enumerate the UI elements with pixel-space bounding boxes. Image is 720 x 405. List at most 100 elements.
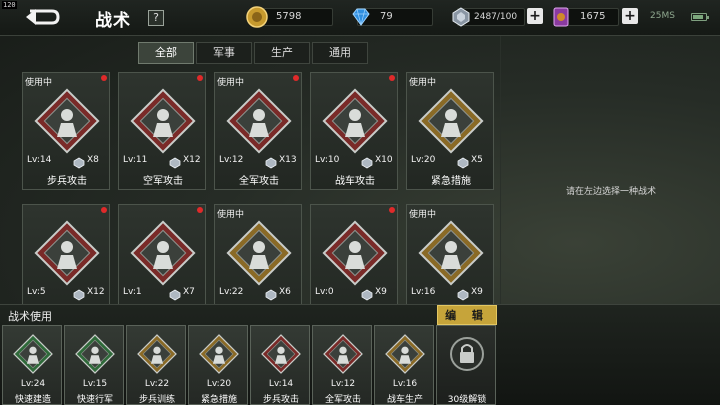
tactic-slot[interactable]: Lv:22 步兵训练 bbox=[126, 325, 186, 405]
tactic-slot[interactable]: Lv:12 全军攻击 bbox=[312, 325, 372, 405]
in-use-badge: 使用中 bbox=[409, 210, 437, 220]
slot-level: Lv:12 bbox=[330, 379, 356, 389]
tactic-slot[interactable]: Lv:16 战车生产 bbox=[374, 325, 434, 405]
tactic-slot[interactable]: Lv:15 快速行军 bbox=[64, 325, 124, 405]
tactic-count: X7 bbox=[183, 287, 195, 297]
tactic-card[interactable]: 使用中 Lv:14 X8 步兵攻击 bbox=[22, 72, 110, 190]
alert-dot bbox=[389, 75, 395, 81]
tactic-card[interactable]: 使用中 Lv:12 X13 全军攻击 bbox=[214, 72, 302, 190]
energy-gem-icon bbox=[452, 7, 470, 27]
tab-all[interactable]: 全部 bbox=[138, 42, 194, 64]
fast-march-icon bbox=[73, 332, 117, 376]
tank-attack-icon bbox=[319, 85, 391, 157]
tactic-count: X6 bbox=[279, 287, 291, 297]
fast-build-icon bbox=[11, 332, 55, 376]
tactic-slot[interactable]: Lv:20 紧急措施 bbox=[188, 325, 248, 405]
help-button[interactable]: ? bbox=[148, 10, 164, 26]
tactic-level: Lv:10 bbox=[315, 155, 340, 165]
tab-general[interactable]: 通用 bbox=[312, 42, 368, 64]
infantry-training-icon bbox=[135, 332, 179, 376]
energy-gem-icon bbox=[169, 286, 181, 301]
energy-gem-icon bbox=[169, 154, 181, 169]
tab-military[interactable]: 军事 bbox=[196, 42, 252, 64]
running-soldier-icon bbox=[223, 217, 295, 289]
card-plus-button[interactable]: + bbox=[622, 8, 638, 24]
tactic-name: 全军攻击 bbox=[239, 176, 279, 187]
all-army-attack-icon bbox=[321, 332, 365, 376]
slot-name: 30级解锁 bbox=[447, 395, 487, 405]
tactic-count: X10 bbox=[375, 155, 393, 165]
tactic-card[interactable]: Lv:11 X12 空军攻击 bbox=[118, 72, 206, 190]
energy-gem-icon bbox=[73, 286, 85, 301]
energy-gem-icon bbox=[265, 154, 277, 169]
tactic-level: Lv:11 bbox=[123, 155, 148, 165]
energy-plus-button[interactable]: + bbox=[527, 8, 543, 24]
in-use-badge: 使用中 bbox=[409, 78, 437, 88]
alert-dot bbox=[197, 75, 203, 81]
back-button[interactable] bbox=[22, 5, 62, 29]
slot-level: Lv:16 bbox=[392, 379, 418, 389]
energy-gem-icon bbox=[361, 154, 373, 169]
tab-production[interactable]: 生产 bbox=[254, 42, 310, 64]
card-value: 1675 bbox=[580, 11, 606, 22]
tactic-level: Lv:12 bbox=[219, 155, 244, 165]
diamond-value: 79 bbox=[380, 11, 393, 22]
diamond-counter: 79 bbox=[352, 8, 433, 26]
armored-tank-icon bbox=[415, 217, 487, 289]
energy-gem-icon bbox=[73, 154, 85, 169]
tactic-detail-panel: 请在左边选择一种战术 bbox=[500, 36, 720, 306]
tactic-count: X13 bbox=[279, 155, 297, 165]
tactic-card[interactable]: 使用中 Lv:20 X5 紧急措施 bbox=[406, 72, 494, 190]
tactic-count: X9 bbox=[375, 287, 387, 297]
in-use-badge: 使用中 bbox=[217, 78, 245, 88]
slot-name: 紧急措施 bbox=[200, 395, 237, 405]
energy-gem-icon bbox=[457, 286, 469, 301]
tactic-slot[interactable]: Lv:14 步兵攻击 bbox=[250, 325, 310, 405]
ping-indicator: 25MS bbox=[650, 11, 675, 21]
air-force-attack-icon bbox=[127, 85, 199, 157]
game-background: 120 战术 ? 5798 79 2487/100 + 1675 + 25MS … bbox=[0, 0, 720, 405]
tactic-level: Lv:22 bbox=[219, 287, 244, 297]
tactic-name: 空军攻击 bbox=[143, 176, 183, 187]
filter-tabs: 全部 军事 生产 通用 bbox=[138, 42, 370, 64]
select-hint-text: 请在左边选择一种战术 bbox=[565, 187, 656, 197]
slot-name: 步兵训练 bbox=[138, 395, 175, 405]
energy-value: 2487/100 bbox=[474, 12, 518, 22]
tactic-count: X9 bbox=[471, 287, 483, 297]
alert-dot bbox=[101, 75, 107, 81]
tactic-name: 战车攻击 bbox=[335, 176, 375, 187]
tactic-level: Lv:14 bbox=[27, 155, 52, 165]
tactic-usage-title: 战术使用 bbox=[8, 310, 52, 323]
tactic-count: X5 bbox=[471, 155, 483, 165]
tactic-name: 紧急措施 bbox=[431, 176, 471, 187]
in-use-badge: 使用中 bbox=[25, 78, 53, 88]
slot-name: 步兵攻击 bbox=[262, 395, 299, 405]
slot-name: 快速建造 bbox=[14, 395, 51, 405]
card-counter: 1675 bbox=[553, 7, 619, 27]
card-icon bbox=[553, 7, 569, 27]
slot-level: Lv:20 bbox=[206, 379, 232, 389]
tactic-level: Lv:1 bbox=[123, 287, 142, 297]
infantry-attack-icon bbox=[259, 332, 303, 376]
slot-name: 全军攻击 bbox=[324, 395, 361, 405]
tactic-slot[interactable]: 30级解锁 bbox=[436, 325, 496, 405]
tactic-name: 步兵攻击 bbox=[47, 176, 87, 187]
in-use-badge: 使用中 bbox=[217, 210, 245, 220]
tactic-level: Lv:5 bbox=[27, 287, 46, 297]
slot-level: Lv:22 bbox=[144, 379, 170, 389]
fps-counter: 120 bbox=[2, 1, 17, 9]
tactic-slot[interactable]: Lv:24 快速建造 bbox=[2, 325, 62, 405]
lock-icon bbox=[445, 332, 489, 376]
emergency-measures-icon bbox=[415, 85, 487, 157]
tank-production-icon bbox=[383, 332, 427, 376]
tactic-level: Lv:16 bbox=[411, 287, 436, 297]
all-army-attack-icon bbox=[223, 85, 295, 157]
tank-icon bbox=[31, 217, 103, 289]
gold-counter: 5798 bbox=[246, 6, 333, 28]
edit-button[interactable]: 编 辑 bbox=[437, 305, 497, 325]
gold-value: 5798 bbox=[276, 11, 302, 22]
tactic-card[interactable]: Lv:10 X10 战车攻击 bbox=[310, 72, 398, 190]
tactic-level: Lv:20 bbox=[411, 155, 436, 165]
energy-gem-icon bbox=[457, 154, 469, 169]
slot-level: Lv:14 bbox=[268, 379, 294, 389]
